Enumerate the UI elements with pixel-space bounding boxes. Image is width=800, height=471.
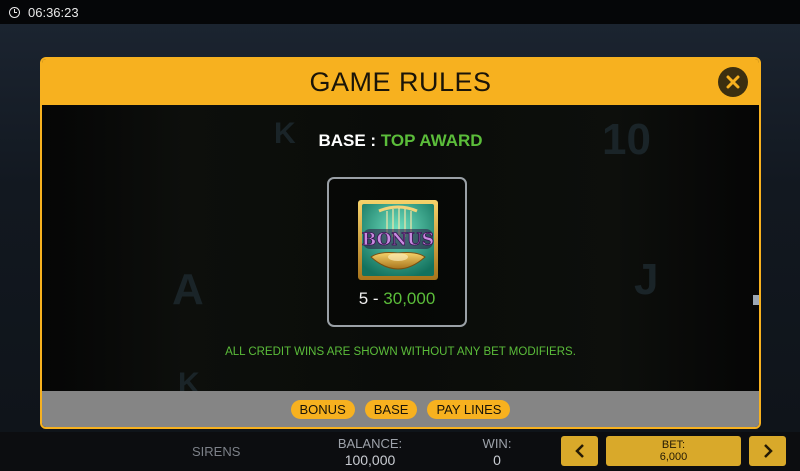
bet-increase-button[interactable]	[749, 436, 786, 466]
game-rules-modal: GAME RULES A 10 J K K BASE : TOP AWARD B…	[40, 57, 761, 429]
background-reel-symbol: J	[634, 255, 659, 304]
chevron-left-icon	[574, 444, 584, 458]
win-label: WIN:	[482, 436, 512, 451]
symbol-card: BONUS 5 - 30,000	[327, 177, 467, 327]
balance-display: BALANCE: 100,000	[335, 436, 405, 468]
modal-title: GAME RULES	[309, 66, 492, 97]
pay-count: 5 -	[358, 289, 384, 308]
tab-pay-lines[interactable]: PAY LINES	[427, 399, 511, 419]
bet-display[interactable]: BET: 6,000	[606, 436, 741, 466]
chevron-right-icon	[763, 444, 773, 458]
scrollbar[interactable]	[753, 105, 759, 391]
scrollbar-thumb[interactable]	[753, 295, 759, 305]
section-base-label: BASE :	[318, 131, 377, 150]
bonus-symbol-icon: BONUS	[358, 200, 438, 280]
bottom-hud: SIRENS BALANCE: 100,000 WIN: 0 BET: 6,00…	[0, 432, 800, 471]
credit-wins-note: ALL CREDIT WINS ARE SHOWN WITHOUT ANY BE…	[225, 346, 576, 358]
close-button[interactable]	[718, 67, 748, 97]
win-display: WIN: 0	[470, 436, 524, 468]
game-name: SIRENS	[192, 444, 241, 459]
rules-tab-bar: BONUS BASE PAY LINES	[42, 391, 759, 427]
symbol-payout: 5 - 30,000	[329, 289, 465, 309]
modal-header: GAME RULES	[42, 59, 759, 105]
section-award-label: TOP AWARD	[380, 131, 483, 150]
section-title: BASE : TOP AWARD	[42, 131, 759, 151]
clock-icon	[9, 6, 20, 18]
balance-label: BALANCE:	[337, 436, 403, 451]
status-time: 06:36:23	[28, 4, 79, 20]
tab-base[interactable]: BASE	[364, 399, 418, 419]
bet-decrease-button[interactable]	[561, 436, 598, 466]
balance-value: 100,000	[344, 452, 396, 468]
bet-label: BET:	[661, 439, 686, 451]
bet-value: 6,000	[659, 451, 688, 463]
rules-content: A 10 J K K BASE : TOP AWARD BONUS 5 - 30…	[42, 105, 759, 400]
status-bar: 06:36:23	[0, 0, 800, 24]
close-icon	[726, 75, 740, 89]
win-value: 0	[493, 452, 501, 468]
pay-value: 30,000	[383, 289, 436, 308]
tab-bonus[interactable]: BONUS	[290, 399, 355, 419]
background-reel-symbol: A	[172, 265, 204, 314]
bonus-symbol-text: BONUS	[362, 230, 434, 250]
